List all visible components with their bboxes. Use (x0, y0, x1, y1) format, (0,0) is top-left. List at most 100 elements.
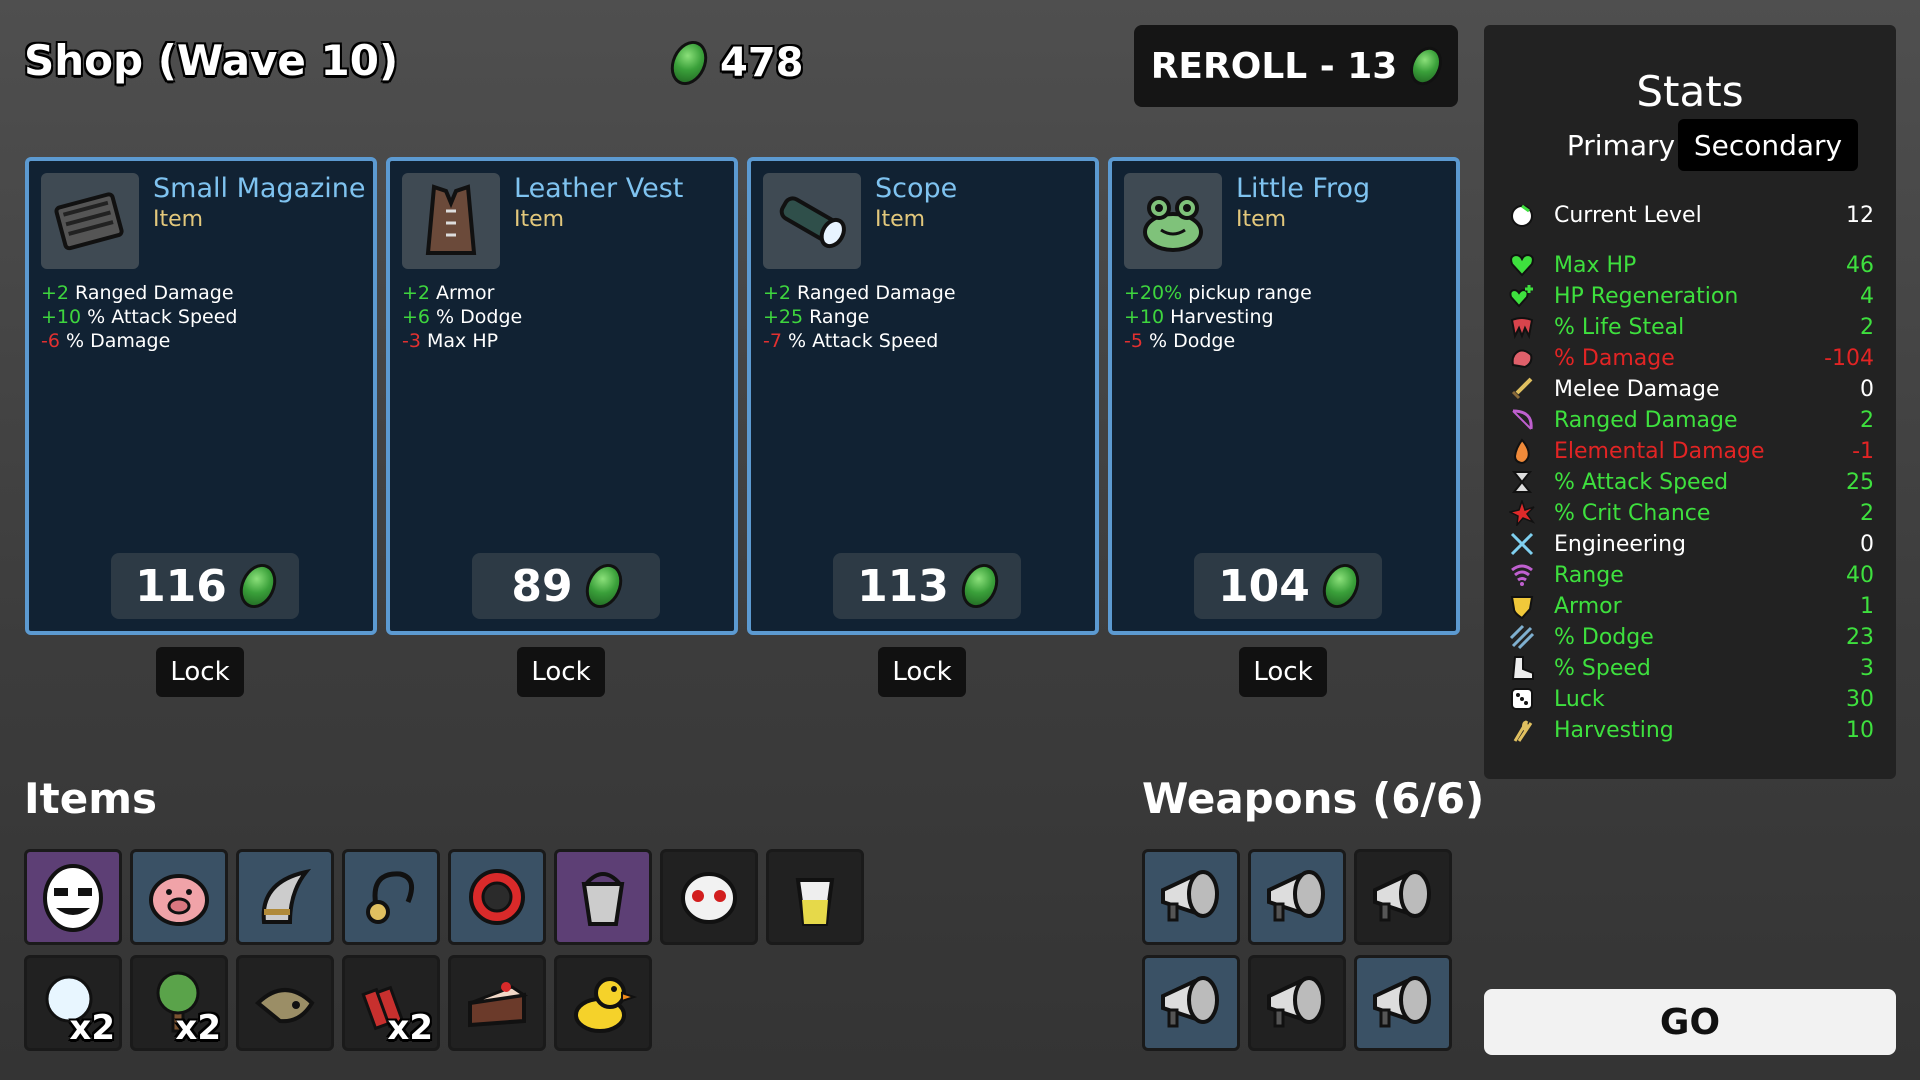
hourglass-icon (1508, 468, 1536, 496)
lock-button[interactable]: Lock (517, 647, 605, 697)
cup-icon (795, 878, 835, 926)
egg-face-icon (43, 864, 103, 932)
coin-icon (954, 557, 1006, 615)
stat-line: +2 Ranged Damage (763, 282, 956, 304)
item-slot[interactable] (236, 955, 334, 1051)
lock-button[interactable]: Lock (878, 647, 966, 697)
item-slot[interactable] (342, 849, 440, 945)
stat-row: Elemental Damage -1 (1508, 436, 1874, 466)
card-name: Little Frog (1236, 173, 1371, 204)
item-slot[interactable] (130, 849, 228, 945)
bow-icon (1508, 406, 1536, 434)
bucket-icon (581, 872, 625, 926)
item-slot[interactable]: x2 (130, 955, 228, 1051)
shop-card-scope[interactable]: Scope Item +2 Ranged Damage +25 Range -7… (747, 157, 1099, 635)
stat-line: +6 % Dodge (402, 306, 523, 328)
reroll-button[interactable]: REROLL - 13 (1134, 25, 1458, 107)
price-value: 116 (135, 560, 227, 612)
card-name: Leather Vest (514, 173, 684, 204)
stat-row: % Speed 3 (1508, 653, 1874, 683)
boot-icon (1508, 654, 1536, 682)
magazine-icon (41, 173, 139, 269)
stat-row: Armor 1 (1508, 591, 1874, 621)
stat-line: +2 Armor (402, 282, 495, 304)
tab-secondary[interactable]: Secondary (1678, 119, 1858, 171)
stat-row: % Life Steal 2 (1508, 312, 1874, 342)
item-slot[interactable] (448, 849, 546, 945)
weapon-slot[interactable] (1354, 955, 1452, 1051)
item-slot[interactable] (448, 955, 546, 1051)
buy-price-button[interactable]: 116 (111, 553, 299, 619)
item-slot[interactable] (660, 849, 758, 945)
weapon-slot[interactable] (1248, 955, 1346, 1051)
stat-row: Current Level 12 (1508, 200, 1874, 230)
fangs-icon (1508, 313, 1536, 341)
heart-icon (1508, 251, 1536, 279)
stat-line: -5 % Dodge (1124, 330, 1236, 352)
shield-icon (1508, 592, 1536, 620)
lock-button[interactable]: Lock (156, 647, 244, 697)
coin-icon (663, 34, 715, 92)
stat-row: HP Regeneration 4 (1508, 281, 1874, 311)
item-count: x2 (175, 1008, 221, 1048)
item-slot[interactable]: x2 (24, 955, 122, 1051)
shop-title: Shop (Wave 10) (24, 36, 399, 85)
item-slot[interactable]: x2 (342, 955, 440, 1051)
item-slot[interactable] (236, 849, 334, 945)
buy-price-button[interactable]: 104 (1194, 553, 1382, 619)
shop-card-little-frog[interactable]: Little Frog Item +20% pickup range +10 H… (1108, 157, 1460, 635)
dice-icon (1508, 685, 1536, 713)
stat-line: +2 Ranged Damage (41, 282, 234, 304)
card-name: Small Magazine (153, 173, 366, 204)
stats-panel: Stats Primary Secondary Current Level 12 … (1484, 25, 1896, 779)
shop-card-small-magazine[interactable]: Small Magazine Item +2 Ranged Damage +10… (25, 157, 377, 635)
lock-button[interactable]: Lock (1239, 647, 1327, 697)
item-slot[interactable] (554, 955, 652, 1051)
shop-card-leather-vest[interactable]: Leather Vest Item +2 Armor +6 % Dodge -3… (386, 157, 738, 635)
coin-icon (578, 557, 629, 615)
stat-row: % Dodge 23 (1508, 622, 1874, 652)
weapon-slot[interactable] (1248, 849, 1346, 945)
stats-title: Stats (1636, 67, 1744, 116)
reroll-label: REROLL - 13 (1150, 45, 1398, 87)
stat-row: Harvesting 10 (1508, 715, 1874, 745)
stat-line: +25 Range (763, 306, 870, 328)
megaphone-gun-icon (1267, 976, 1325, 1028)
card-name: Scope (875, 173, 958, 204)
items-heading: Items (24, 774, 157, 823)
pendant-icon (366, 871, 415, 924)
megaphone-gun-icon (1373, 870, 1431, 922)
stat-line: +10 % Attack Speed (41, 306, 238, 328)
dodge-icon (1508, 623, 1536, 651)
level-icon (1508, 201, 1536, 229)
price-value: 104 (1218, 560, 1310, 612)
megaphone-gun-icon (1161, 976, 1219, 1028)
helmet-icon (261, 868, 312, 924)
megaphone-gun-icon (1373, 976, 1431, 1028)
hat-creature-icon (254, 988, 315, 1024)
item-slot[interactable] (24, 849, 122, 945)
stat-line: -7 % Attack Speed (763, 330, 939, 352)
stat-line: +20% pickup range (1124, 282, 1312, 304)
frog-icon (1124, 173, 1222, 269)
card-stats: +2 Ranged Damage +10 % Attack Speed -6 %… (41, 281, 238, 353)
muscle-icon (1508, 344, 1536, 372)
buy-price-button[interactable]: 89 (472, 553, 660, 619)
sword-icon (1508, 375, 1536, 403)
stat-row: % Crit Chance 2 (1508, 498, 1874, 528)
weapon-slot[interactable] (1142, 849, 1240, 945)
buy-price-button[interactable]: 113 (833, 553, 1021, 619)
price-value: 113 (857, 560, 949, 612)
stat-row: Luck 30 (1508, 684, 1874, 714)
crit-icon (1508, 499, 1536, 527)
weapon-slot[interactable] (1354, 849, 1452, 945)
stat-row: % Attack Speed 25 (1508, 467, 1874, 497)
wheat-icon (1508, 716, 1536, 744)
weapon-slot[interactable] (1142, 955, 1240, 1051)
wrench-icon (1508, 530, 1536, 558)
item-slot[interactable] (766, 849, 864, 945)
ring-target-icon (469, 869, 525, 925)
go-button[interactable]: GO (1484, 989, 1896, 1055)
stat-row: Ranged Damage 2 (1508, 405, 1874, 435)
item-slot[interactable] (554, 849, 652, 945)
